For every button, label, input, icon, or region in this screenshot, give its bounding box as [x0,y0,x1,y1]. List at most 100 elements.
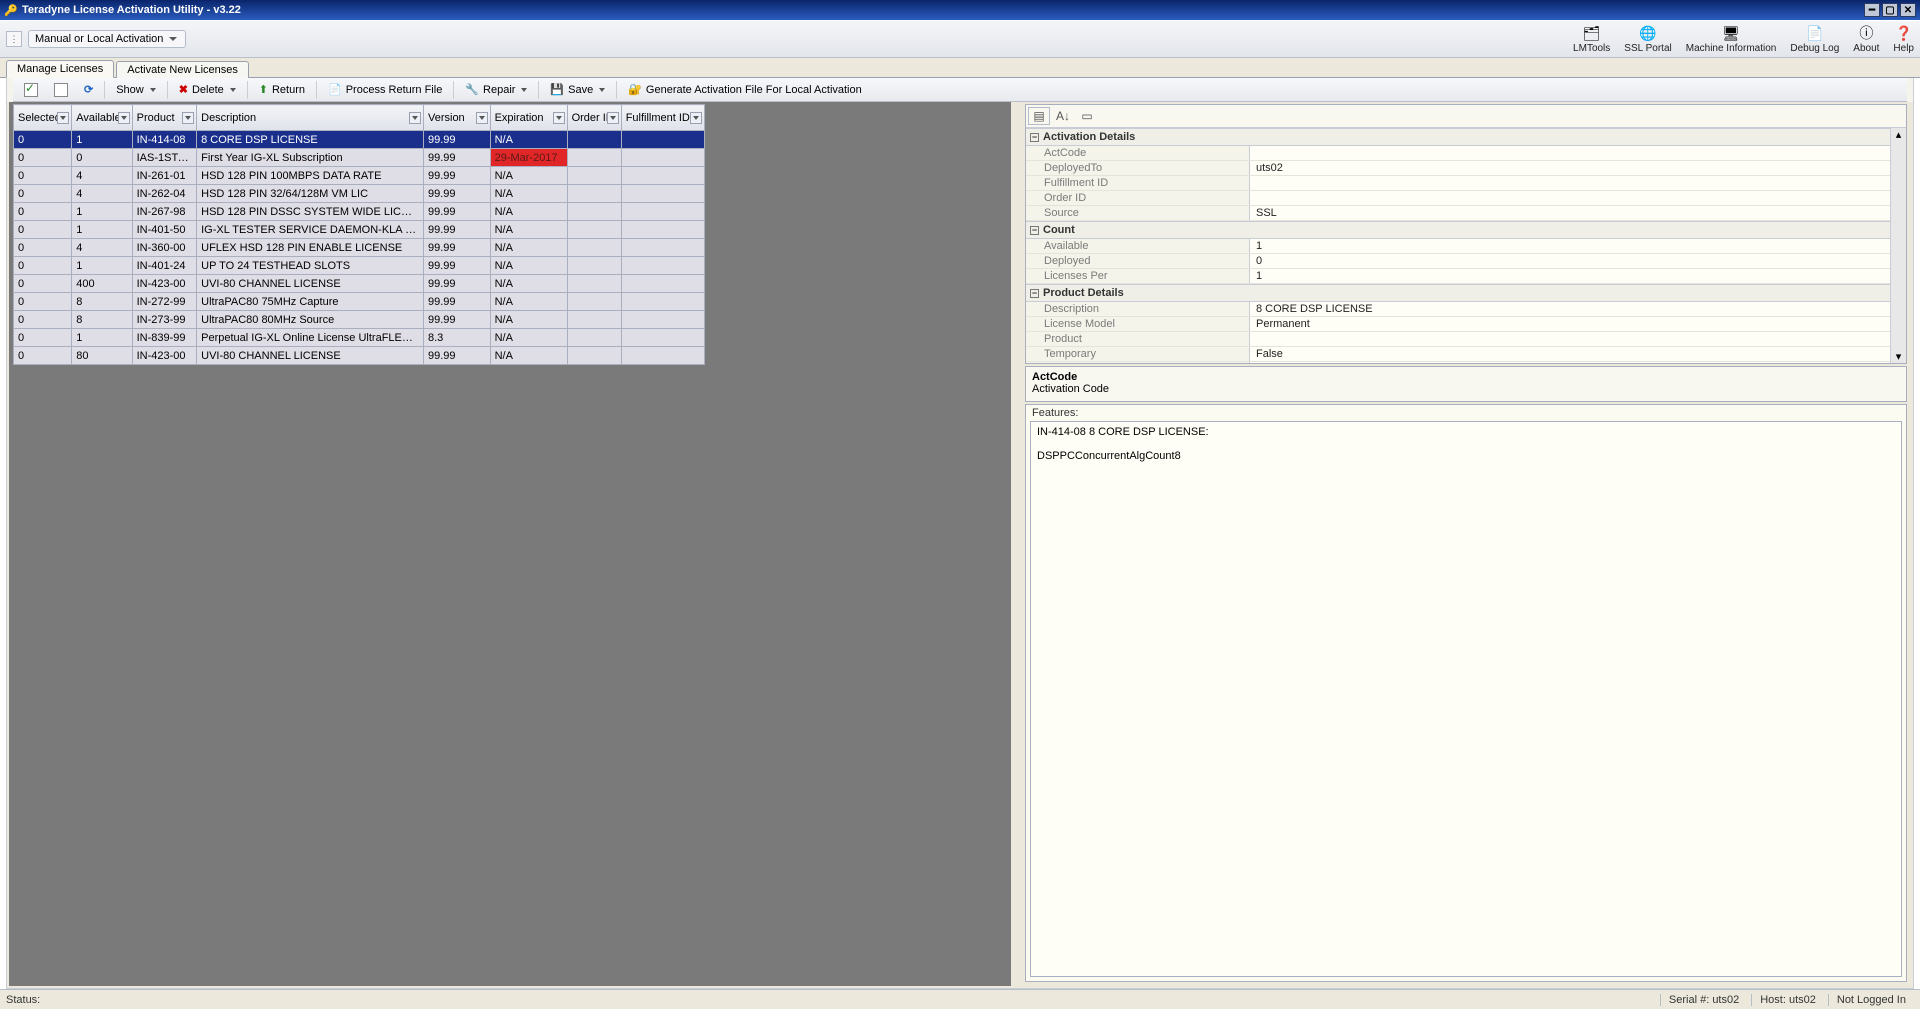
refresh-icon: ⟳ [84,83,93,96]
col-header[interactable]: Product [132,105,197,131]
prop-row[interactable]: DeployedTo uts02 [1026,161,1906,176]
prop-row[interactable]: Deployed 0 [1026,254,1906,269]
check-all-button[interactable] [17,81,45,99]
refresh-button[interactable]: ⟳ [77,81,100,98]
alpha-sort-button[interactable]: A↓ [1052,107,1074,125]
prop-row[interactable]: ActCode [1026,146,1906,161]
tool-about[interactable]: ⓘ About [1853,24,1879,54]
prop-row[interactable]: Available 1 [1026,239,1906,254]
table-row[interactable]: 0 4 IN-261-01 HSD 128 PIN 100MBPS DATA R… [14,167,705,185]
table-row[interactable]: 0 1 IN-839-99 Perpetual IG-XL Online Lic… [14,329,705,347]
prop-key: Licenses Per [1026,269,1250,283]
table-row[interactable]: 0 1 IN-401-50 IG-XL TESTER SERVICE DAEMO… [14,221,705,239]
uncheck-all-button[interactable] [47,81,75,99]
prop-key: Description [1026,302,1250,316]
maximize-button[interactable]: ▢ [1882,3,1898,17]
tab-activate new licenses[interactable]: Activate New Licenses [116,61,249,78]
prop-row[interactable]: Licenses Per 1 [1026,269,1906,284]
features-text: IN-414-08 8 CORE DSP LICENSE: DSPPCConcu… [1030,421,1902,977]
filter-dropdown-icon[interactable] [476,112,488,124]
titlebar: 🔑 Teradyne License Activation Utility - … [0,0,1920,20]
prop-row[interactable]: Order ID [1026,191,1906,206]
table-row[interactable]: 0 4 IN-360-00 UFLEX HSD 128 PIN ENABLE L… [14,239,705,257]
prop-row[interactable]: Product [1026,332,1906,347]
filter-dropdown-icon[interactable] [553,112,565,124]
tool-debug log[interactable]: 📄 Debug Log [1790,24,1839,54]
prop-row[interactable]: Fulfillment ID [1026,176,1906,191]
table-row[interactable]: 0 4 IN-262-04 HSD 128 PIN 32/64/128M VM … [14,185,705,203]
tool-icon: 📄 [1805,24,1825,42]
col-header[interactable]: Order ID [567,105,621,131]
return-button[interactable]: ⬆Return [252,81,312,98]
prop-row[interactable]: License Model Permanent [1026,317,1906,332]
action-toolbar: ⟳ Show ✖Delete ⬆Return 📄Process Return F… [13,78,1907,102]
prop-value: SSL [1250,206,1906,220]
prop-key: ActCode [1026,146,1250,160]
table-row[interactable]: 0 80 IN-423-00 UVI-80 CHANNEL LICENSE 99… [14,347,705,365]
caret-down-icon [599,88,605,92]
table-row[interactable]: 0 400 IN-423-00 UVI-80 CHANNEL LICENSE 9… [14,275,705,293]
filter-dropdown-icon[interactable] [182,112,194,124]
col-header[interactable]: Expiration [490,105,567,131]
table-row[interactable]: 0 1 IN-414-08 8 CORE DSP LICENSE 99.99 N… [14,131,705,149]
delete-button[interactable]: ✖Delete [172,81,243,98]
table-row[interactable]: 0 0 IAS-1ST-YR First Year IG-XL Subscrip… [14,149,705,167]
prop-pages-button[interactable]: ▭ [1076,107,1098,125]
tool-machine information[interactable]: 🖥 Machine Information [1686,24,1777,54]
filter-dropdown-icon[interactable] [607,112,619,124]
prop-key: Version [1026,362,1250,363]
filter-dropdown-icon[interactable] [409,112,421,124]
col-header[interactable]: Selected [14,105,72,131]
close-button[interactable]: ✕ [1900,3,1916,17]
scrollbar[interactable]: ▴▾ [1890,128,1906,363]
generate-button[interactable]: 🔐Generate Activation File For Local Acti… [621,81,869,98]
prop-key: Product [1026,332,1250,346]
prop-row[interactable]: Version 99.99 [1026,362,1906,363]
filter-dropdown-icon[interactable] [118,112,130,124]
tool-help[interactable]: ❓ Help [1893,24,1914,54]
license-table[interactable]: SelectedAvailableProductDescriptionVersi… [13,104,705,365]
prop-category[interactable]: −Product Details [1026,284,1906,302]
process-return-button[interactable]: 📄Process Return File [321,81,449,98]
prop-row[interactable]: Temporary False [1026,347,1906,362]
prop-value: 0 [1250,254,1906,268]
tool-lmtools[interactable]: 🗂 LMTools [1573,24,1610,54]
table-row[interactable]: 0 1 IN-267-98 HSD 128 PIN DSSC SYSTEM WI… [14,203,705,221]
features-header: Features: [1026,405,1906,421]
repair-button[interactable]: 🔧Repair [458,81,534,98]
prop-category[interactable]: −Activation Details [1026,128,1906,146]
prop-value: 99.99 [1250,362,1906,363]
property-help-desc: Activation Code [1032,383,1900,395]
col-header[interactable]: Version [423,105,490,131]
tab-manage licenses[interactable]: Manage Licenses [6,60,114,78]
status-serial: Serial #: uts02 [1660,994,1747,1006]
file-icon: 📄 [328,83,342,96]
show-button[interactable]: Show [109,82,163,98]
minimize-button[interactable]: ━ [1864,3,1880,17]
filter-dropdown-icon[interactable] [690,112,702,124]
tool-ssl portal[interactable]: 🌐 SSL Portal [1624,24,1671,54]
prop-key: Order ID [1026,191,1250,205]
tool-label: Machine Information [1686,43,1777,54]
filter-dropdown-icon[interactable] [57,112,69,124]
col-header[interactable]: Description [197,105,424,131]
prop-row[interactable]: Source SSL [1026,206,1906,221]
window-title: Teradyne License Activation Utility - v3… [22,4,241,16]
prop-category[interactable]: −Count [1026,221,1906,239]
caret-down-icon [230,88,236,92]
activation-mode-dropdown[interactable]: Manual or Local Activation [28,30,186,48]
save-button[interactable]: 💾Save [543,81,612,98]
table-row[interactable]: 0 8 IN-272-99 UltraPAC80 75MHz Capture 9… [14,293,705,311]
prop-key: Fulfillment ID [1026,176,1250,190]
col-header[interactable]: Fulfillment ID [621,105,704,131]
col-header[interactable]: Available [72,105,132,131]
tool-label: Help [1893,43,1914,54]
table-row[interactable]: 0 8 IN-273-99 UltraPAC80 80MHz Source 99… [14,311,705,329]
wrench-icon: 🔧 [465,83,479,96]
prop-row[interactable]: Description 8 CORE DSP LICENSE [1026,302,1906,317]
categorized-button[interactable]: ▤ [1028,107,1050,125]
up-arrow-icon: ⬆ [259,83,268,96]
caret-down-icon [150,88,156,92]
table-row[interactable]: 0 1 IN-401-24 UP TO 24 TESTHEAD SLOTS 99… [14,257,705,275]
caret-down-icon [521,88,527,92]
